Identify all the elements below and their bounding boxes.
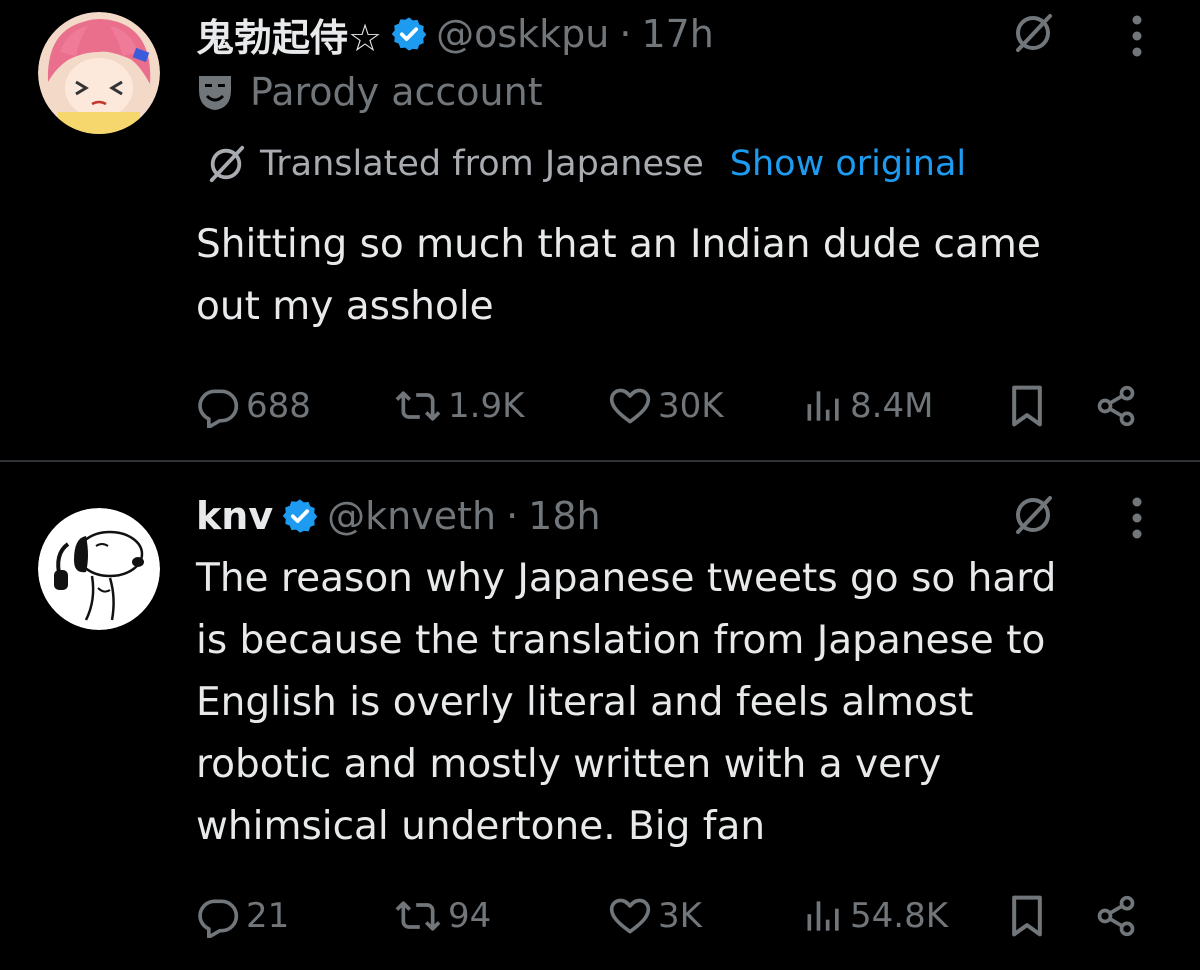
tweet-text: The reason why Japanese tweets go so har… bbox=[196, 548, 1156, 858]
share-icon bbox=[1097, 385, 1135, 427]
user-handle[interactable]: @oskkpu bbox=[436, 12, 609, 56]
views-icon bbox=[807, 901, 839, 931]
user-handle[interactable]: @knveth bbox=[327, 494, 496, 538]
action-bar: 21 94 3K 54.8K bbox=[196, 886, 1156, 946]
like-icon bbox=[609, 388, 651, 424]
tweet-text-line: whimsical undertone. Big fan bbox=[196, 804, 766, 849]
verified-badge-icon[interactable] bbox=[390, 15, 428, 53]
share-icon bbox=[1097, 895, 1135, 937]
reply-icon bbox=[198, 899, 239, 938]
reply-button[interactable]: 21 bbox=[196, 886, 289, 946]
repost-count: 94 bbox=[448, 896, 492, 936]
views-icon bbox=[807, 391, 839, 421]
share-button[interactable] bbox=[1094, 886, 1144, 946]
display-name[interactable]: knv bbox=[196, 494, 273, 538]
parody-mask-icon bbox=[199, 76, 231, 110]
repost-icon bbox=[395, 391, 441, 421]
repost-count: 1.9K bbox=[448, 386, 525, 426]
tweet-header: knv @knveth · 18h bbox=[196, 486, 601, 546]
tweet-2[interactable]: knv @knveth · 18h The reason why Japanes… bbox=[0, 462, 1200, 970]
share-button[interactable] bbox=[1094, 376, 1144, 436]
repost-button[interactable]: 94 bbox=[394, 886, 491, 946]
tweet-text: Shitting so much that an Indian dude cam… bbox=[196, 214, 1156, 338]
tweet-1[interactable]: 鬼勃起侍☆ @oskkpu · 17h Parody account Trans… bbox=[0, 0, 1200, 460]
reply-count: 688 bbox=[246, 386, 311, 426]
parody-text: Parody account bbox=[250, 70, 543, 114]
avatar[interactable] bbox=[38, 12, 160, 134]
show-original-link[interactable]: Show original bbox=[730, 144, 966, 184]
views-count: 8.4M bbox=[850, 386, 934, 426]
avatar[interactable] bbox=[38, 508, 160, 630]
views-button[interactable]: 54.8K bbox=[804, 886, 948, 946]
separator-dot: · bbox=[619, 12, 632, 56]
views-button[interactable]: 8.4M bbox=[804, 376, 933, 436]
tweet-text-line: The reason why Japanese tweets go so har… bbox=[196, 556, 1057, 601]
bookmark-button[interactable] bbox=[1008, 376, 1052, 436]
display-name[interactable]: 鬼勃起侍☆ bbox=[196, 7, 382, 62]
tweet-text-line: English is overly literal and feels almo… bbox=[196, 680, 974, 725]
repost-icon bbox=[395, 901, 441, 931]
reply-icon bbox=[198, 389, 239, 428]
bookmark-icon bbox=[1012, 895, 1042, 937]
action-bar: 688 1.9K 30K 8.4M bbox=[196, 376, 1156, 436]
verified-badge-icon[interactable] bbox=[281, 497, 319, 535]
timestamp[interactable]: 18h bbox=[528, 494, 600, 538]
tweet-text-line: is because the translation from Japanese… bbox=[196, 618, 1046, 663]
bookmark-icon bbox=[1012, 385, 1042, 427]
grok-icon[interactable] bbox=[1012, 12, 1054, 54]
translated-label: Translated from Japanese bbox=[260, 144, 704, 184]
reply-count: 21 bbox=[246, 896, 290, 936]
parody-label: Parody account bbox=[196, 70, 543, 114]
like-count: 30K bbox=[658, 386, 724, 426]
repost-button[interactable]: 1.9K bbox=[394, 376, 524, 436]
grok-translate-icon bbox=[209, 145, 245, 183]
tweet-text-line: out my asshole bbox=[196, 284, 494, 329]
separator-dot: · bbox=[506, 494, 519, 538]
tweet-text-line: robotic and mostly written with a very bbox=[196, 742, 942, 787]
more-dots-icon[interactable] bbox=[1130, 494, 1144, 542]
views-count: 54.8K bbox=[850, 896, 948, 936]
like-icon bbox=[609, 898, 651, 934]
like-button[interactable]: 30K bbox=[608, 376, 724, 436]
timestamp[interactable]: 17h bbox=[641, 12, 713, 56]
translation-bar: Translated from Japanese Show original bbox=[206, 144, 966, 184]
more-dots-icon[interactable] bbox=[1130, 12, 1144, 60]
bookmark-button[interactable] bbox=[1008, 886, 1052, 946]
reply-button[interactable]: 688 bbox=[196, 376, 311, 436]
like-count: 3K bbox=[658, 896, 702, 936]
grok-icon[interactable] bbox=[1012, 494, 1054, 536]
tweet-text-line: Shitting so much that an Indian dude cam… bbox=[196, 222, 1041, 267]
tweet-header: 鬼勃起侍☆ @oskkpu · 17h bbox=[196, 4, 714, 64]
like-button[interactable]: 3K bbox=[608, 886, 702, 946]
